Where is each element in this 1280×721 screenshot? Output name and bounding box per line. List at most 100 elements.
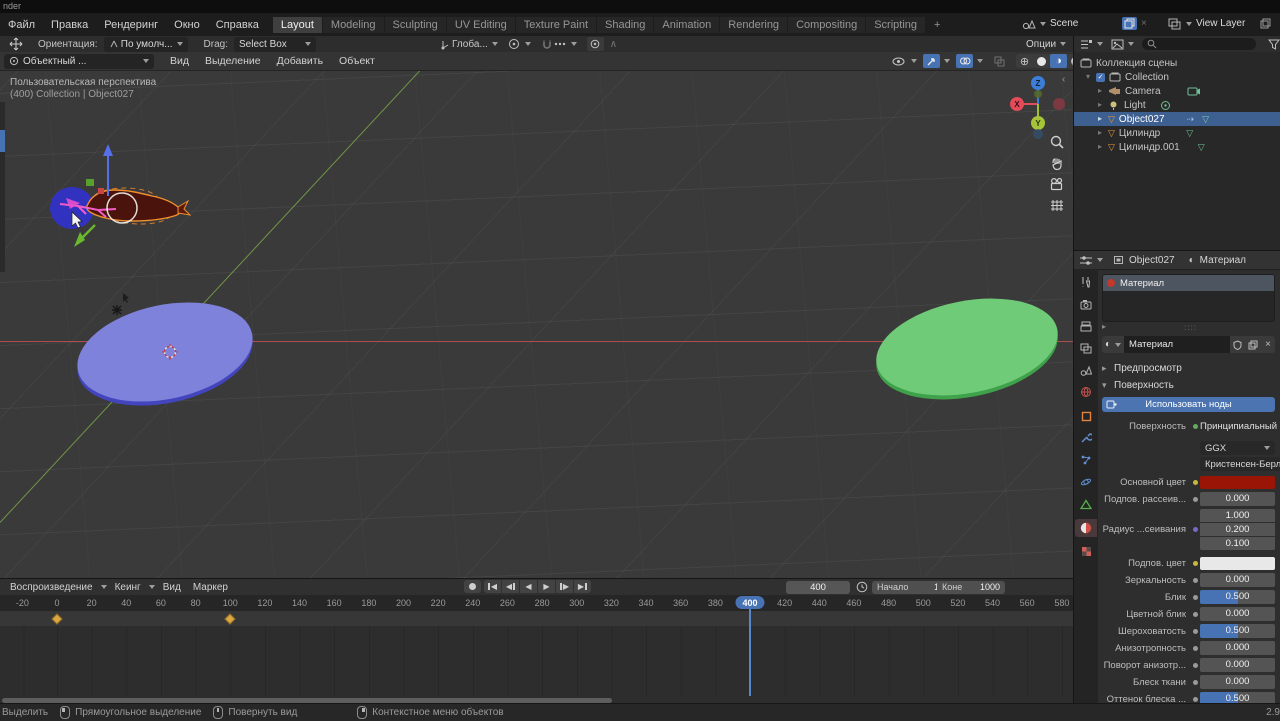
selected-object-fish[interactable] — [40, 140, 210, 330]
unlink-material-button[interactable]: × — [1261, 336, 1275, 353]
new-view-layer-icon[interactable] — [1260, 18, 1271, 29]
next-keyframe-button[interactable]: ▶ — [556, 580, 573, 593]
view-layer-selector[interactable]: View Layer — [1168, 15, 1271, 32]
scene-selector[interactable]: Scene × — [1022, 15, 1147, 32]
properties-editor-icon[interactable] — [1079, 255, 1093, 266]
sheen-slider[interactable]: 0.000 — [1200, 675, 1275, 689]
viewport-3d[interactable]: Объектный ... Вид Выделение Добавить Объ… — [0, 52, 1073, 578]
frame-start-field[interactable]: Начало 1 — [872, 580, 944, 594]
timeline-menu-keying[interactable]: Кеинг — [107, 582, 145, 593]
keyframe-band[interactable] — [0, 611, 1073, 626]
snap-magnet-icon[interactable] — [541, 38, 553, 50]
viewport-menu-view[interactable]: Вид — [162, 55, 197, 67]
metallic-slider[interactable]: 0.000 — [1200, 573, 1275, 587]
distribution-dropdown[interactable]: GGX — [1200, 441, 1275, 455]
timeline-ruler[interactable]: -20 0 20 40 60 80 100 120 140 160 180 200 220 240 260 2… — [0, 595, 1073, 611]
camera-expander[interactable]: ▸ — [1098, 87, 1108, 95]
tab-material[interactable] — [1075, 519, 1097, 537]
collection-expander[interactable]: ▾ — [1086, 73, 1096, 81]
specular-tint-slider[interactable]: 0.000 — [1200, 607, 1275, 621]
roughness-slider[interactable]: 0.500 — [1200, 624, 1275, 638]
tab-object-data[interactable] — [1078, 497, 1095, 511]
pivot-point-icon[interactable] — [508, 38, 521, 50]
collection-checkbox[interactable]: ✓ — [1096, 72, 1105, 82]
camera-view-icon[interactable] — [1048, 176, 1066, 193]
cylinder-expander[interactable]: ▸ — [1098, 129, 1108, 137]
surface-row-value[interactable]: Принципиальный BSDF — [1200, 421, 1280, 432]
delete-scene-icon[interactable]: × — [1141, 18, 1147, 29]
menu-file[interactable]: Файл — [0, 19, 43, 31]
preview-panel-header[interactable]: ▸ Предпросмотр — [1098, 361, 1280, 376]
prev-keyframe-button[interactable]: ◀ — [502, 580, 519, 593]
transform-orientation-value[interactable]: Глоба... — [452, 39, 488, 50]
base-color-swatch[interactable] — [1200, 476, 1275, 489]
playhead-line[interactable] — [749, 609, 751, 696]
workspace-tab-texture-paint[interactable]: Texture Paint — [515, 16, 596, 33]
radius-x-field[interactable]: 1.000 — [1200, 509, 1275, 522]
surface-panel-header[interactable]: ▾ Поверхность — [1098, 378, 1280, 393]
falloff-curve-icon[interactable]: ∧ — [610, 39, 617, 50]
subsurface-slider[interactable]: 0.000 — [1200, 492, 1275, 506]
navigation-gizmo[interactable]: Z X Y — [1007, 74, 1069, 140]
outliner-row-cylinder001[interactable]: ▸ ▽ Цилиндр.001 ▽ — [1074, 140, 1280, 154]
material-slot-selected[interactable]: Материал — [1103, 275, 1274, 291]
display-mode-icon[interactable] — [1111, 39, 1124, 50]
menu-edit[interactable]: Правка — [43, 19, 96, 31]
outliner-row-camera[interactable]: ▸ Camera — [1074, 84, 1280, 98]
shading-wireframe-icon[interactable]: ⊕ — [1016, 54, 1033, 68]
filter-objects-icon[interactable] — [1080, 39, 1093, 50]
material-name-field[interactable]: Материал — [1124, 336, 1231, 353]
shading-solid-icon[interactable] — [1033, 54, 1050, 68]
workspace-tab-sculpting[interactable]: Sculpting — [384, 16, 446, 33]
drag-dropdown[interactable]: Select Box — [234, 36, 316, 52]
subsurface-method-dropdown[interactable]: Кристенсен-Берли — [1200, 457, 1280, 471]
use-nodes-button[interactable]: Использовать ноды — [1102, 397, 1275, 412]
copy-material-button[interactable] — [1245, 336, 1262, 353]
viewport-menu-select[interactable]: Выделение — [197, 55, 269, 67]
anisotropic-rotation-slider[interactable]: 0.000 — [1200, 658, 1275, 672]
workspace-tab-shading[interactable]: Shading — [597, 16, 654, 33]
tab-modifiers[interactable] — [1078, 431, 1095, 445]
play-button[interactable]: ▶ — [538, 580, 555, 593]
tab-particles[interactable] — [1078, 453, 1095, 467]
fake-user-button[interactable] — [1230, 336, 1246, 353]
menu-help[interactable]: Справка — [208, 19, 267, 31]
workspace-tab-scripting[interactable]: Scripting — [866, 16, 925, 33]
current-frame-field[interactable]: 400 — [786, 580, 850, 594]
orientation-dropdown[interactable]: По умолч... — [103, 36, 188, 52]
timeline-menu-playback[interactable]: Воспроизведение — [0, 582, 97, 593]
viewport-menu-object[interactable]: Объект — [331, 55, 383, 67]
workspace-tab-modeling[interactable]: Modeling — [322, 16, 384, 33]
snap-with-icon[interactable] — [553, 38, 567, 50]
tab-scene[interactable] — [1078, 363, 1095, 377]
tab-render[interactable] — [1078, 297, 1095, 311]
tab-view-layer[interactable] — [1078, 341, 1095, 355]
ortho-grid-icon[interactable] — [1048, 197, 1066, 214]
camera-data-icon[interactable] — [1187, 86, 1201, 96]
timeline-tracks[interactable] — [0, 626, 1073, 696]
outliner-search[interactable] — [1142, 38, 1256, 50]
object027-expander[interactable]: ▸ — [1098, 115, 1108, 123]
autokey-clock-icon[interactable] — [856, 581, 868, 593]
tab-output[interactable] — [1078, 319, 1095, 333]
timeline-menu-view[interactable]: Вид — [155, 582, 187, 593]
tab-world[interactable] — [1078, 385, 1095, 399]
tab-object[interactable] — [1078, 409, 1095, 423]
material-browse-button[interactable]: ◐ — [1102, 336, 1125, 353]
outliner-row-collection[interactable]: ▾ ✓ Collection — [1074, 70, 1280, 84]
mode-dropdown[interactable]: Объектный ... — [4, 53, 154, 69]
pan-hand-icon[interactable] — [1048, 155, 1066, 172]
radius-y-field[interactable]: 0.200 — [1200, 523, 1275, 536]
play-reverse-button[interactable]: ◀ — [520, 580, 537, 593]
menu-window[interactable]: Окно — [166, 19, 208, 31]
radius-z-field[interactable]: 0.100 — [1200, 537, 1275, 550]
viewport-menu-add[interactable]: Добавить — [269, 55, 331, 67]
anisotropic-slider[interactable]: 0.000 — [1200, 641, 1275, 655]
record-button[interactable] — [464, 580, 481, 593]
outliner-root-row[interactable]: Коллекция сцены — [1074, 56, 1280, 70]
options-button[interactable]: Опции — [1026, 37, 1067, 51]
timeline-menu-marker[interactable]: Маркер — [187, 582, 234, 593]
xray-toggle-icon[interactable] — [991, 54, 1008, 68]
keyframe-diamond[interactable] — [51, 613, 63, 625]
jump-end-button[interactable]: ▶ — [574, 580, 591, 593]
